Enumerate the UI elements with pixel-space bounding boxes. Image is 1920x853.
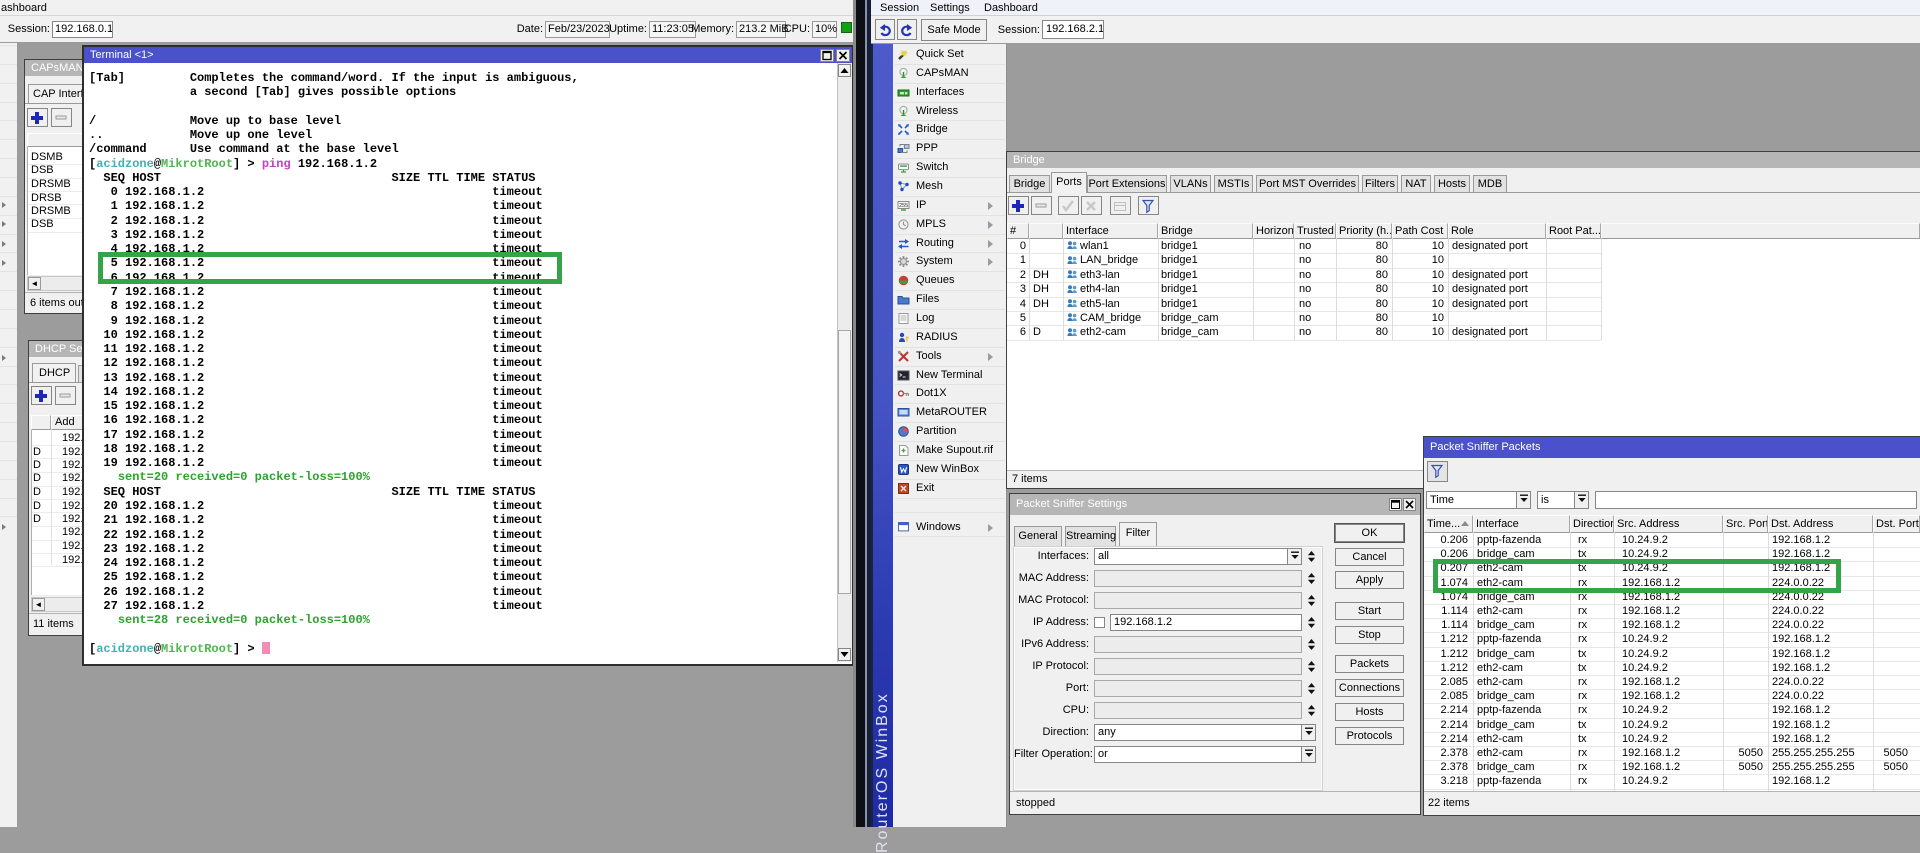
svg-text:255: 255 [899, 203, 908, 209]
